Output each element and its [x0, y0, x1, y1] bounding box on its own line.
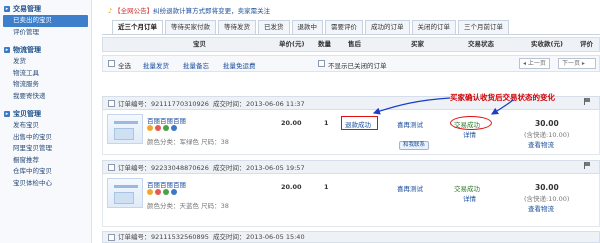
- quantity: 1: [324, 183, 329, 191]
- sidebar-item-logistics-service[interactable]: 物流服务: [0, 79, 91, 91]
- trade-icon: ▸: [4, 6, 10, 12]
- order-header: 订单编号： 92233048870626 成交时间： 2013-06-05 19…: [102, 160, 600, 174]
- order-no-label: 订单编号：: [118, 164, 151, 172]
- sidebar-item-publish[interactable]: 发布宝贝: [0, 120, 91, 132]
- sidebar-group-logistics[interactable]: ▸ 物流管理: [0, 44, 91, 56]
- unit-price: 20.00: [281, 183, 302, 191]
- buyer-name[interactable]: 喜再测试: [397, 183, 423, 193]
- order-checkbox[interactable]: [108, 164, 115, 171]
- sidebar-item-ship[interactable]: 发货: [0, 56, 91, 68]
- sidebar-item-on-sale[interactable]: 出售中的宝贝: [0, 132, 91, 144]
- order-checkbox[interactable]: [108, 234, 115, 241]
- order-no-label: 订单编号：: [118, 233, 151, 241]
- order-time-label: 成交时间：: [213, 233, 246, 241]
- sidebar: ▸ 交易管理 已卖出的宝贝 评价管理 ▸ 物流管理 发货 物流工具 物流服务 我要寄…: [0, 0, 92, 243]
- view-logistics-link[interactable]: 查看物流: [528, 203, 554, 213]
- order-time: 2013-06-05 19:57: [246, 164, 305, 172]
- product-title[interactable]: 百丽百丽百丽: [147, 179, 186, 189]
- order-time-label: 成交时间：: [213, 164, 246, 172]
- sidebar-item-reviews[interactable]: 评价管理: [0, 27, 91, 39]
- service-icons: [147, 189, 179, 195]
- sidebar-group-items[interactable]: ▸ 宝贝管理: [0, 108, 91, 120]
- sidebar-item-express[interactable]: 我要寄快递: [0, 91, 91, 103]
- product-thumbnail[interactable]: [107, 178, 143, 208]
- main-panel: ♪ 【全网公告】纠纷退款计算方式即将变更，卖家需关注 近三个月订单 等待买家付款 …: [98, 0, 600, 243]
- service-icon: [163, 189, 169, 195]
- service-icon: [171, 189, 177, 195]
- product-sku: 颜色分类：天蓝色 尺码：38: [147, 202, 229, 210]
- order-no: 92111532560895: [151, 233, 209, 241]
- order-time: 2013-06-05 15:40: [246, 233, 305, 241]
- order-header: 订单编号： 92111532560895 成交时间： 2013-06-05 15…: [102, 231, 600, 243]
- sidebar-group-trade[interactable]: ▸ 交易管理: [0, 3, 91, 15]
- logistics-icon: ▸: [4, 47, 10, 53]
- order-row: 百丽百丽百丽 颜色分类：天蓝色 尺码：38 20.00 1 喜再测试 交易成功 …: [102, 174, 600, 227]
- shipping-fee: (含快递:10.00): [524, 195, 570, 203]
- sidebar-item-ali-items[interactable]: 阿里宝贝管理: [0, 143, 91, 155]
- sidebar-item-logistics-tools[interactable]: 物流工具: [0, 68, 91, 80]
- sidebar-item-checkup[interactable]: 宝贝体检中心: [0, 178, 91, 190]
- sidebar-item-warehouse[interactable]: 仓库中的宝贝: [0, 166, 91, 178]
- service-icon: [155, 189, 161, 195]
- sidebar-item-showcase[interactable]: 橱窗推荐: [0, 155, 91, 167]
- sidebar-item-sold[interactable]: 已卖出的宝贝: [3, 15, 88, 27]
- detail-link[interactable]: 详情: [463, 193, 476, 203]
- order-no: 92233048870626: [151, 164, 209, 172]
- flag-icon[interactable]: [584, 162, 591, 169]
- trade-status: 交易成功: [454, 185, 480, 193]
- items-icon: ▸: [4, 111, 10, 117]
- paid-amount: 30.00: [535, 183, 559, 192]
- service-icon: [147, 189, 153, 195]
